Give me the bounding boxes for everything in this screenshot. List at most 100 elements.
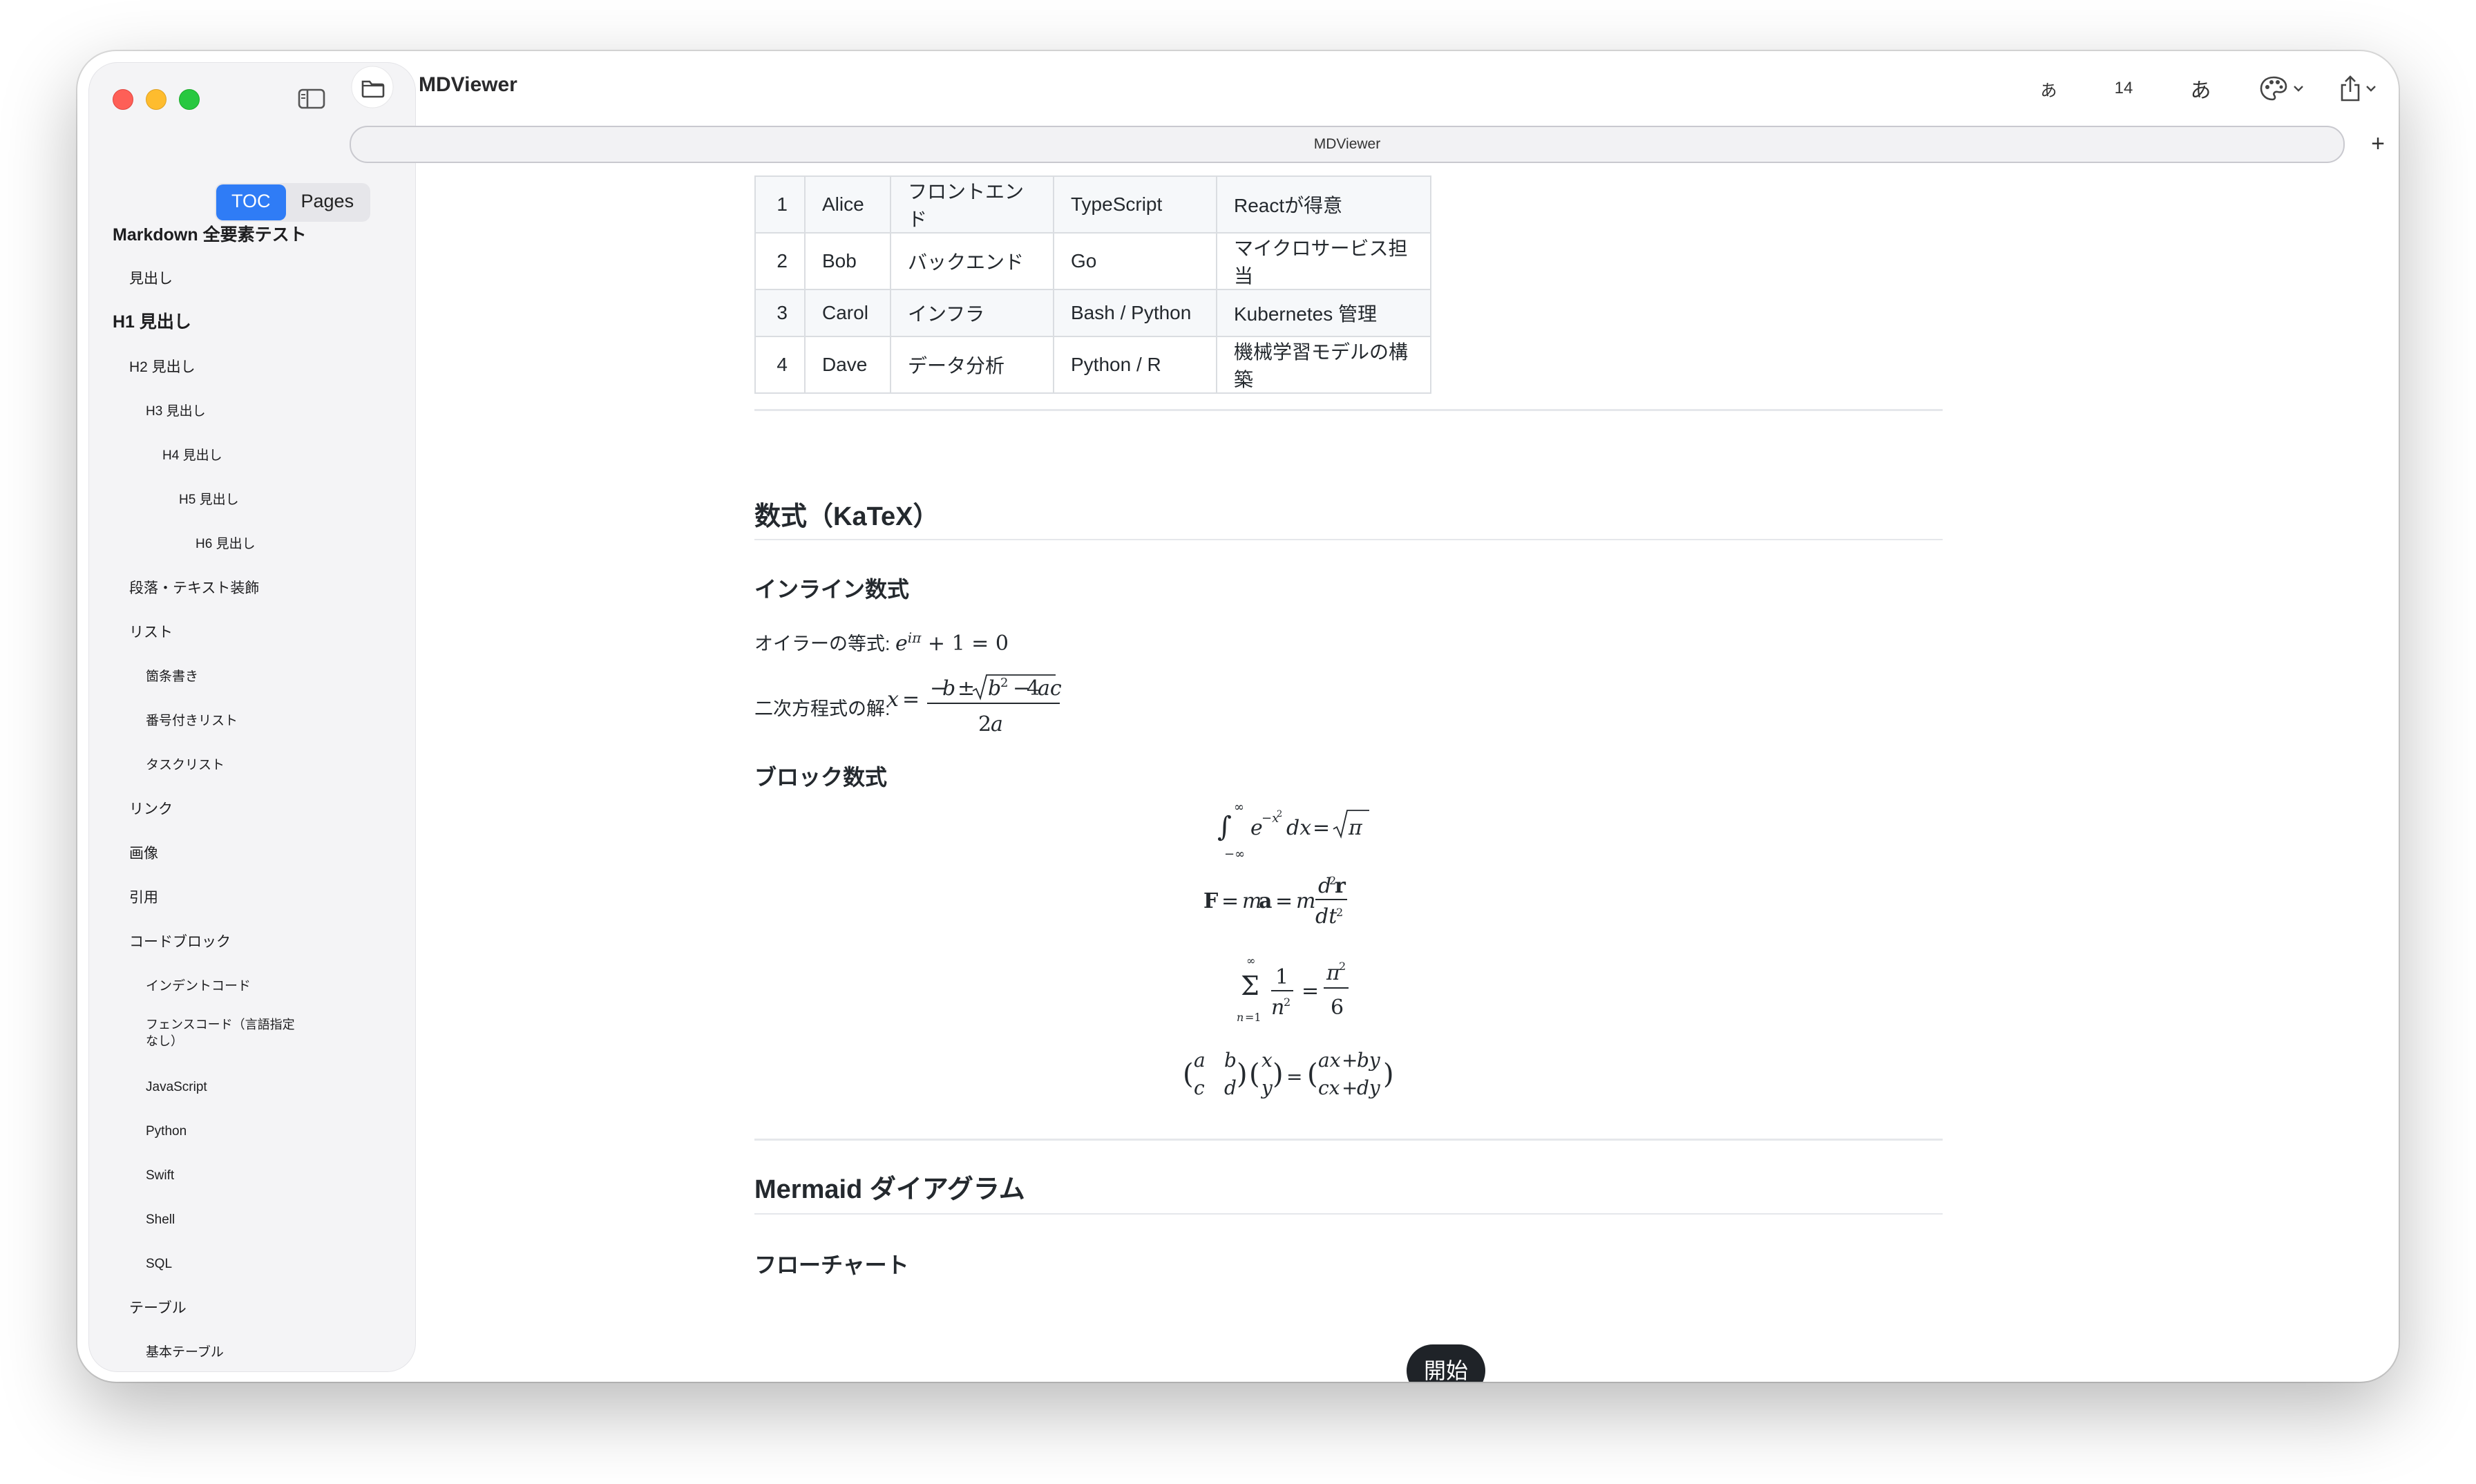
toc-item[interactable]: タスクリスト [146,757,225,774]
toc-item[interactable]: Swift [146,1167,174,1185]
svg-text:dy: dy [1357,1076,1381,1099]
font-size-value: 14 [2114,79,2133,97]
horizontal-rule [754,1139,1943,1141]
svg-text:b: b [988,676,1001,701]
svg-text:±: ± [958,676,975,701]
toc-item[interactable]: H5 見出し [179,491,239,509]
tab-mdviewer[interactable]: MDViewer [350,126,2345,163]
table-cell: データ分析 [890,336,1054,394]
svg-text:2: 2 [1284,996,1291,1009]
svg-text:c: c [1194,1076,1205,1099]
toc-item[interactable]: フェンスコード（言語指定なし） [146,1016,305,1049]
table-cell: TypeScript [1053,175,1217,234]
newton-second-law-equation: F = ma = m d2r dt2 [1203,874,1347,929]
svg-text:=: = [1313,816,1330,840]
table-cell: Alice [804,175,891,234]
svg-text:2: 2 [978,712,991,736]
toc-item[interactable]: H3 見出し [146,403,206,421]
tab-pages[interactable]: Pages [286,184,370,220]
svg-text:=: = [1275,889,1293,913]
svg-text:+: + [1342,1049,1358,1072]
increase-font-button[interactable]: あ [2190,73,2211,104]
svg-text:(: ( [1249,1058,1260,1090]
toc-item[interactable]: インデントコード [146,978,251,996]
table-cell: 2 [754,232,806,290]
sidebar-toggle-icon[interactable] [298,88,325,110]
basel-sum-equation: ∞ Σ n =1 1 n2 = π2 6 [1237,954,1349,1024]
table-row: 4 Dave データ分析 Python / R 機械学習モデルの構築 [754,336,1431,394]
zoom-window-button[interactable] [179,89,200,110]
open-folder-button[interactable] [350,65,394,109]
toc-item[interactable]: 見出し [129,270,173,288]
svg-text:b: b [942,676,955,701]
svg-text:Σ: Σ [1241,971,1259,1001]
app-window: TOC Pages Markdown 全要素テスト 見出し H1 見出し H2 … [77,51,2399,1382]
toc-item[interactable]: 番号付きリスト [146,712,238,730]
toc-item[interactable]: 段落・テキスト装飾 [129,580,259,598]
table-cell: Bash / Python [1053,289,1217,337]
decrease-font-button[interactable]: あ [2041,77,2057,101]
svg-text:(: ( [1307,1058,1318,1090]
svg-text:n: n [1271,996,1284,1020]
table-cell: Dave [804,336,891,394]
heading-underline [754,539,1943,540]
share-icon [2341,75,2360,102]
tab-toc[interactable]: TOC [216,184,286,220]
heading-underline [754,1213,1943,1215]
toc-item[interactable]: Shell [146,1211,175,1229]
toc-item[interactable]: リンク [129,801,173,819]
svg-text:dx: dx [1286,816,1311,840]
table-cell: Bob [804,232,891,290]
svg-text:): ) [1237,1058,1248,1090]
toc-item[interactable]: リスト [129,624,173,642]
share-menu-button[interactable] [2323,65,2392,112]
svg-text:d: d [1224,1076,1237,1099]
section-heading-math: 数式（KaTeX） [754,502,940,531]
svg-text:(: ( [1183,1058,1194,1090]
flowchart-start-node: 開始 [1407,1344,1485,1382]
toc-item[interactable]: H6 見出し [196,535,256,553]
toc-item[interactable]: 箇条書き [146,668,198,686]
toc-item[interactable]: H4 見出し [162,447,222,465]
toc-item[interactable]: H1 見出し [113,313,191,331]
toc-item[interactable]: Python [146,1123,187,1141]
svg-text:ax: ax [1318,1049,1341,1072]
toc-item[interactable]: SQL [146,1255,172,1273]
toc-item[interactable]: JavaScript [146,1078,207,1096]
toc-item[interactable]: コードブロック [129,933,231,951]
gaussian-integral-equation: ∫ ∞ −∞ e −x2 dx = π [1217,800,1369,859]
svg-text:dt: dt [1315,904,1337,929]
minimize-window-button[interactable] [146,89,166,110]
svg-text:a: a [991,712,1003,736]
table-cell: Reactが得意 [1216,175,1431,234]
toc-item[interactable]: 画像 [129,845,158,863]
toc-item[interactable]: 基本テーブル [146,1344,224,1362]
euler-paragraph: オイラーの等式: eiπ + 1 = 0 [754,629,1009,656]
close-window-button[interactable] [113,89,133,110]
svg-text:=: = [902,687,920,712]
svg-text:a: a [1259,889,1272,913]
sidebar-mode-switch: TOC Pages [215,183,371,222]
svg-text:cx: cx [1318,1076,1340,1099]
svg-text:a: a [1194,1049,1206,1072]
sidebar: TOC Pages Markdown 全要素テスト 見出し H1 見出し H2 … [88,62,416,1372]
theme-menu-button[interactable] [2240,65,2323,112]
subheading-block-math: ブロック数式 [754,765,888,790]
toc-item[interactable]: Markdown 全要素テスト [113,226,307,244]
svg-text:b: b [1224,1049,1237,1072]
table-cell: フロントエンド [890,175,1054,234]
toc-item[interactable]: テーブル [129,1300,187,1317]
subheading-flowchart: フローチャート [754,1253,909,1277]
table-cell: 3 [754,289,806,337]
quadratic-formula: x = −b ± b2 −4ac 2a [887,674,1062,736]
chevron-down-icon [2294,86,2303,92]
euler-label: オイラーの等式: [754,634,891,654]
toc-item[interactable]: 引用 [129,889,158,907]
section-heading-mermaid: Mermaid ダイアグラム [754,1175,1025,1204]
subheading-inline-math: インライン数式 [754,577,910,602]
table-cell: Kubernetes 管理 [1216,289,1431,337]
new-tab-button[interactable]: + [2361,129,2394,162]
svg-text:∫: ∫ [1217,811,1232,843]
svg-text:1: 1 [1275,965,1288,989]
toc-item[interactable]: H2 見出し [129,359,196,377]
